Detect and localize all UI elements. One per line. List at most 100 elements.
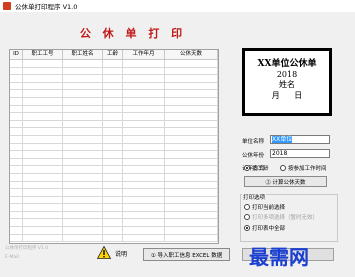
table-row[interactable] — [10, 181, 218, 190]
table-cell[interactable] — [10, 143, 23, 151]
table-cell[interactable] — [10, 234, 23, 242]
column-header-work-date[interactable]: 工作年月 — [123, 50, 165, 59]
table-cell[interactable] — [23, 234, 63, 242]
table-cell[interactable] — [103, 219, 123, 227]
table-cell[interactable] — [123, 219, 165, 227]
table-cell[interactable] — [23, 189, 63, 196]
radio-print-all[interactable]: 打印表中全部 — [244, 224, 285, 232]
table-cell[interactable] — [23, 211, 63, 219]
table-cell[interactable] — [123, 158, 165, 166]
table-cell[interactable] — [123, 189, 165, 196]
table-cell[interactable] — [10, 105, 23, 113]
table-cell[interactable] — [123, 67, 165, 75]
table-cell[interactable] — [165, 128, 218, 135]
table-cell[interactable] — [63, 135, 103, 143]
table-cell[interactable] — [23, 219, 63, 227]
table-cell[interactable] — [63, 181, 103, 189]
table-cell[interactable] — [63, 143, 103, 151]
table-cell[interactable] — [23, 60, 63, 67]
table-cell[interactable] — [103, 181, 123, 189]
table-cell[interactable] — [63, 67, 103, 75]
table-cell[interactable] — [165, 75, 218, 82]
column-header-employee-name[interactable]: 职工姓名 — [63, 50, 103, 59]
table-cell[interactable] — [165, 120, 218, 128]
table-cell[interactable] — [10, 67, 23, 75]
table-cell[interactable] — [165, 181, 218, 189]
table-cell[interactable] — [103, 166, 123, 173]
table-cell[interactable] — [63, 120, 103, 128]
table-cell[interactable] — [10, 60, 23, 67]
table-cell[interactable] — [165, 151, 218, 158]
table-cell[interactable] — [103, 151, 123, 158]
table-cell[interactable] — [10, 219, 23, 227]
table-row[interactable] — [10, 234, 218, 243]
table-cell[interactable] — [103, 189, 123, 196]
table-cell[interactable] — [103, 67, 123, 75]
table-row[interactable] — [10, 135, 218, 144]
table-cell[interactable] — [103, 120, 123, 128]
table-cell[interactable] — [23, 128, 63, 135]
table-row[interactable] — [10, 97, 218, 106]
table-cell[interactable] — [10, 158, 23, 166]
table-row[interactable] — [10, 67, 218, 76]
table-cell[interactable] — [10, 97, 23, 105]
table-cell[interactable] — [23, 75, 63, 82]
table-cell[interactable] — [165, 67, 218, 75]
table-cell[interactable] — [165, 60, 218, 67]
table-row[interactable] — [10, 204, 218, 212]
column-header-seniority[interactable]: 工龄 — [103, 50, 123, 59]
table-cell[interactable] — [10, 75, 23, 82]
table-cell[interactable] — [165, 196, 218, 204]
table-row[interactable] — [10, 75, 218, 83]
table-cell[interactable] — [123, 151, 165, 158]
employee-table[interactable]: ID 职工工号 职工姓名 工龄 工作年月 公休天数 — [9, 49, 219, 244]
table-row[interactable] — [10, 90, 218, 98]
table-cell[interactable] — [10, 227, 23, 234]
table-cell[interactable] — [123, 211, 165, 219]
table-row[interactable] — [10, 105, 218, 114]
table-cell[interactable] — [103, 60, 123, 67]
table-cell[interactable] — [103, 90, 123, 97]
table-cell[interactable] — [165, 173, 218, 181]
table-row[interactable] — [10, 173, 218, 182]
table-cell[interactable] — [123, 227, 165, 234]
table-cell[interactable] — [63, 196, 103, 204]
table-cell[interactable] — [10, 135, 23, 143]
table-cell[interactable] — [103, 82, 123, 90]
table-row[interactable] — [10, 196, 218, 205]
table-cell[interactable] — [23, 82, 63, 90]
table-cell[interactable] — [23, 227, 63, 234]
table-cell[interactable] — [10, 120, 23, 128]
table-cell[interactable] — [123, 113, 165, 120]
table-cell[interactable] — [123, 181, 165, 189]
table-cell[interactable] — [165, 189, 218, 196]
table-cell[interactable] — [10, 211, 23, 219]
table-cell[interactable] — [10, 204, 23, 211]
table-cell[interactable] — [123, 128, 165, 135]
table-cell[interactable] — [23, 158, 63, 166]
table-cell[interactable] — [103, 173, 123, 181]
table-cell[interactable] — [123, 173, 165, 181]
table-cell[interactable] — [63, 227, 103, 234]
table-row[interactable] — [10, 120, 218, 129]
table-row[interactable] — [10, 219, 218, 228]
table-cell[interactable] — [123, 97, 165, 105]
table-cell[interactable] — [123, 60, 165, 67]
table-cell[interactable] — [63, 166, 103, 173]
column-header-id[interactable]: ID — [10, 50, 23, 59]
table-cell[interactable] — [23, 113, 63, 120]
radio-print-multiple[interactable]: 打印多项选择（暂时无效） — [244, 213, 318, 221]
table-cell[interactable] — [103, 227, 123, 234]
table-cell[interactable] — [123, 166, 165, 173]
table-cell[interactable] — [63, 151, 103, 158]
table-cell[interactable] — [165, 211, 218, 219]
table-cell[interactable] — [63, 189, 103, 196]
table-cell[interactable] — [165, 227, 218, 234]
table-cell[interactable] — [165, 204, 218, 211]
table-cell[interactable] — [63, 60, 103, 67]
table-cell[interactable] — [103, 143, 123, 151]
table-cell[interactable] — [10, 82, 23, 90]
table-cell[interactable] — [123, 204, 165, 211]
radio-by-start-date[interactable]: 按参加工作时间 — [280, 164, 327, 172]
table-cell[interactable] — [10, 181, 23, 189]
